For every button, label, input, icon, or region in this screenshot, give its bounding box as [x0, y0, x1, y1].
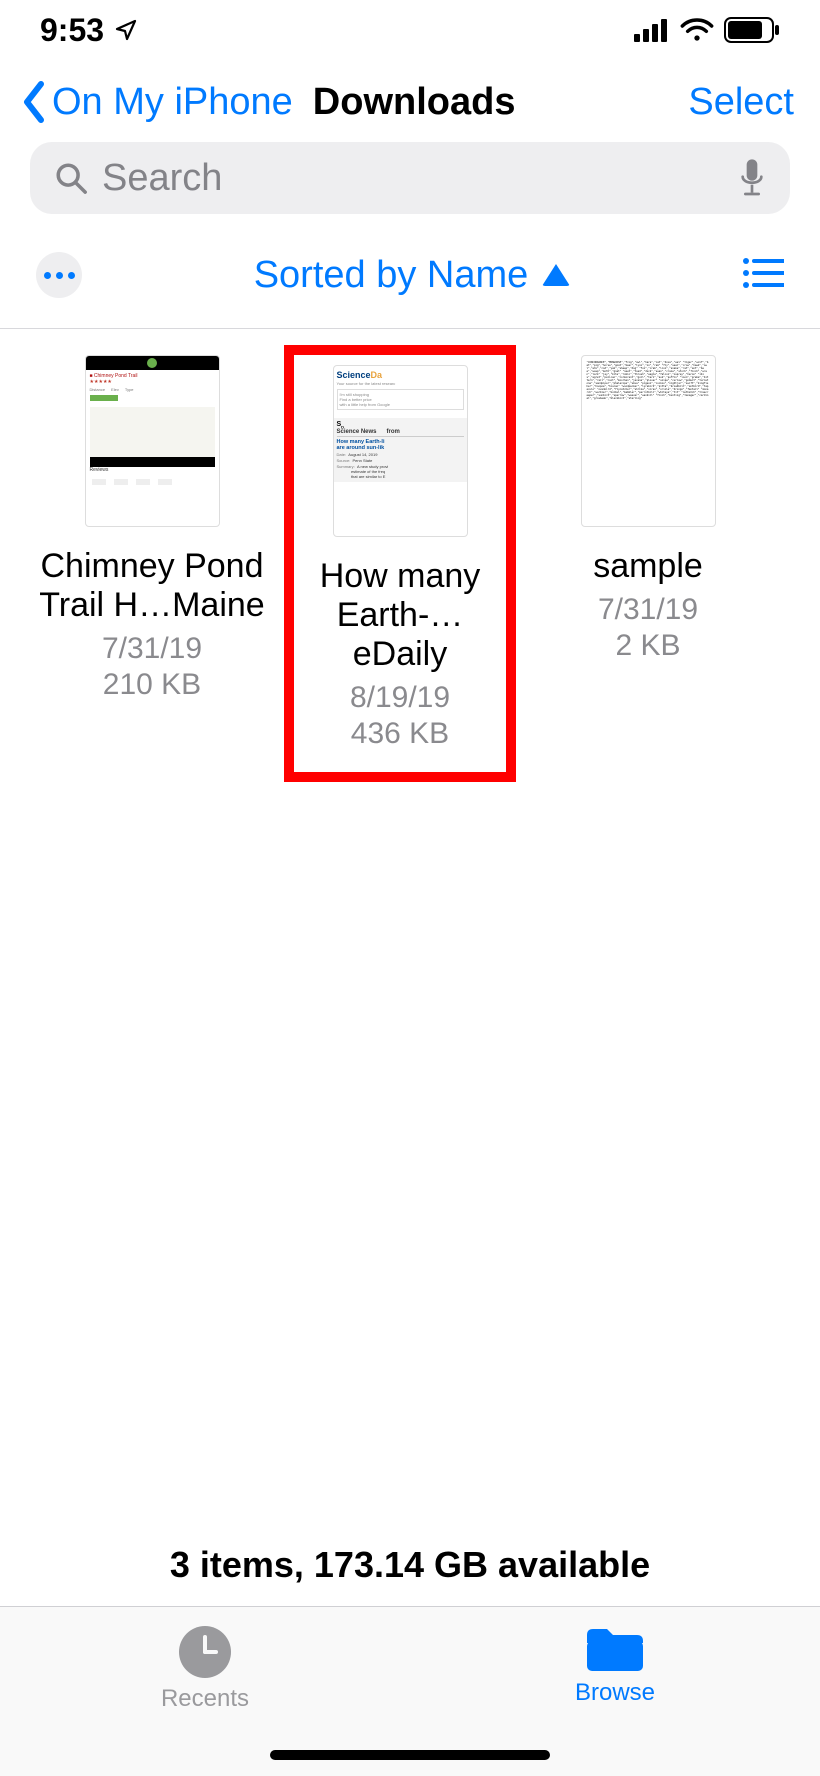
file-name: How many Earth-…eDaily [300, 557, 500, 674]
file-grid: ■ Chimney Pond Trail ★★★★★ DistanceElevT… [0, 329, 820, 808]
nav-header: On My iPhone Downloads Select [0, 60, 820, 134]
file-date: 7/31/19 [102, 631, 202, 667]
file-size: 210 KB [103, 667, 201, 703]
file-item-how-many-earth[interactable]: ScienceDa Your source for the latest res… [284, 345, 516, 782]
clock-icon [178, 1625, 232, 1679]
more-options-button[interactable] [36, 252, 82, 298]
folder-icon [585, 1625, 645, 1673]
storage-summary: 3 items, 173.14 GB available [0, 1544, 820, 1586]
tab-label: Recents [161, 1685, 249, 1713]
file-item-sample[interactable]: "CONCORDANCE","MONGOOSE","frog","owl","h… [532, 355, 764, 782]
back-button[interactable]: On My iPhone [18, 80, 293, 124]
search-input[interactable]: Search [30, 142, 790, 214]
file-name: Chimney Pond Trail H…Maine [37, 547, 267, 625]
toolbar: Sorted by Name [0, 232, 820, 329]
search-icon [54, 161, 88, 195]
file-thumbnail: ■ Chimney Pond Trail ★★★★★ DistanceElevT… [85, 355, 220, 527]
search-wrap: Search [0, 134, 820, 232]
sort-label-text: Sorted by Name [254, 254, 529, 297]
home-indicator[interactable] [270, 1750, 550, 1760]
microphone-icon[interactable] [738, 158, 766, 198]
file-date: 7/31/19 [598, 592, 698, 628]
tab-label: Browse [575, 1679, 655, 1707]
location-icon [114, 18, 138, 42]
wifi-icon [680, 18, 714, 42]
status-right [634, 17, 780, 43]
sort-button[interactable]: Sorted by Name [82, 254, 742, 297]
file-thumbnail: "CONCORDANCE","MONGOOSE","frog","owl","h… [581, 355, 716, 527]
file-size: 2 KB [615, 628, 680, 664]
file-size: 436 KB [351, 716, 449, 752]
file-item-chimney-pond[interactable]: ■ Chimney Pond Trail ★★★★★ DistanceElevT… [36, 355, 268, 782]
file-thumbnail: ScienceDa Your source for the latest res… [333, 365, 468, 537]
cellular-icon [634, 18, 670, 42]
page-title: Downloads [313, 81, 516, 124]
search-placeholder: Search [102, 157, 738, 200]
back-label: On My iPhone [52, 81, 293, 124]
ellipsis-icon [44, 272, 75, 279]
tab-bar: Recents Browse [0, 1606, 820, 1776]
select-button[interactable]: Select [688, 81, 794, 124]
list-view-icon [742, 256, 784, 290]
file-date: 8/19/19 [350, 680, 450, 716]
battery-icon [724, 17, 780, 43]
status-bar: 9:53 [0, 0, 820, 60]
status-left: 9:53 [40, 12, 138, 49]
view-toggle-button[interactable] [742, 256, 784, 295]
file-name: sample [593, 547, 703, 586]
chevron-left-icon [18, 80, 52, 124]
sort-ascending-icon [542, 264, 570, 286]
status-time: 9:53 [40, 12, 104, 49]
